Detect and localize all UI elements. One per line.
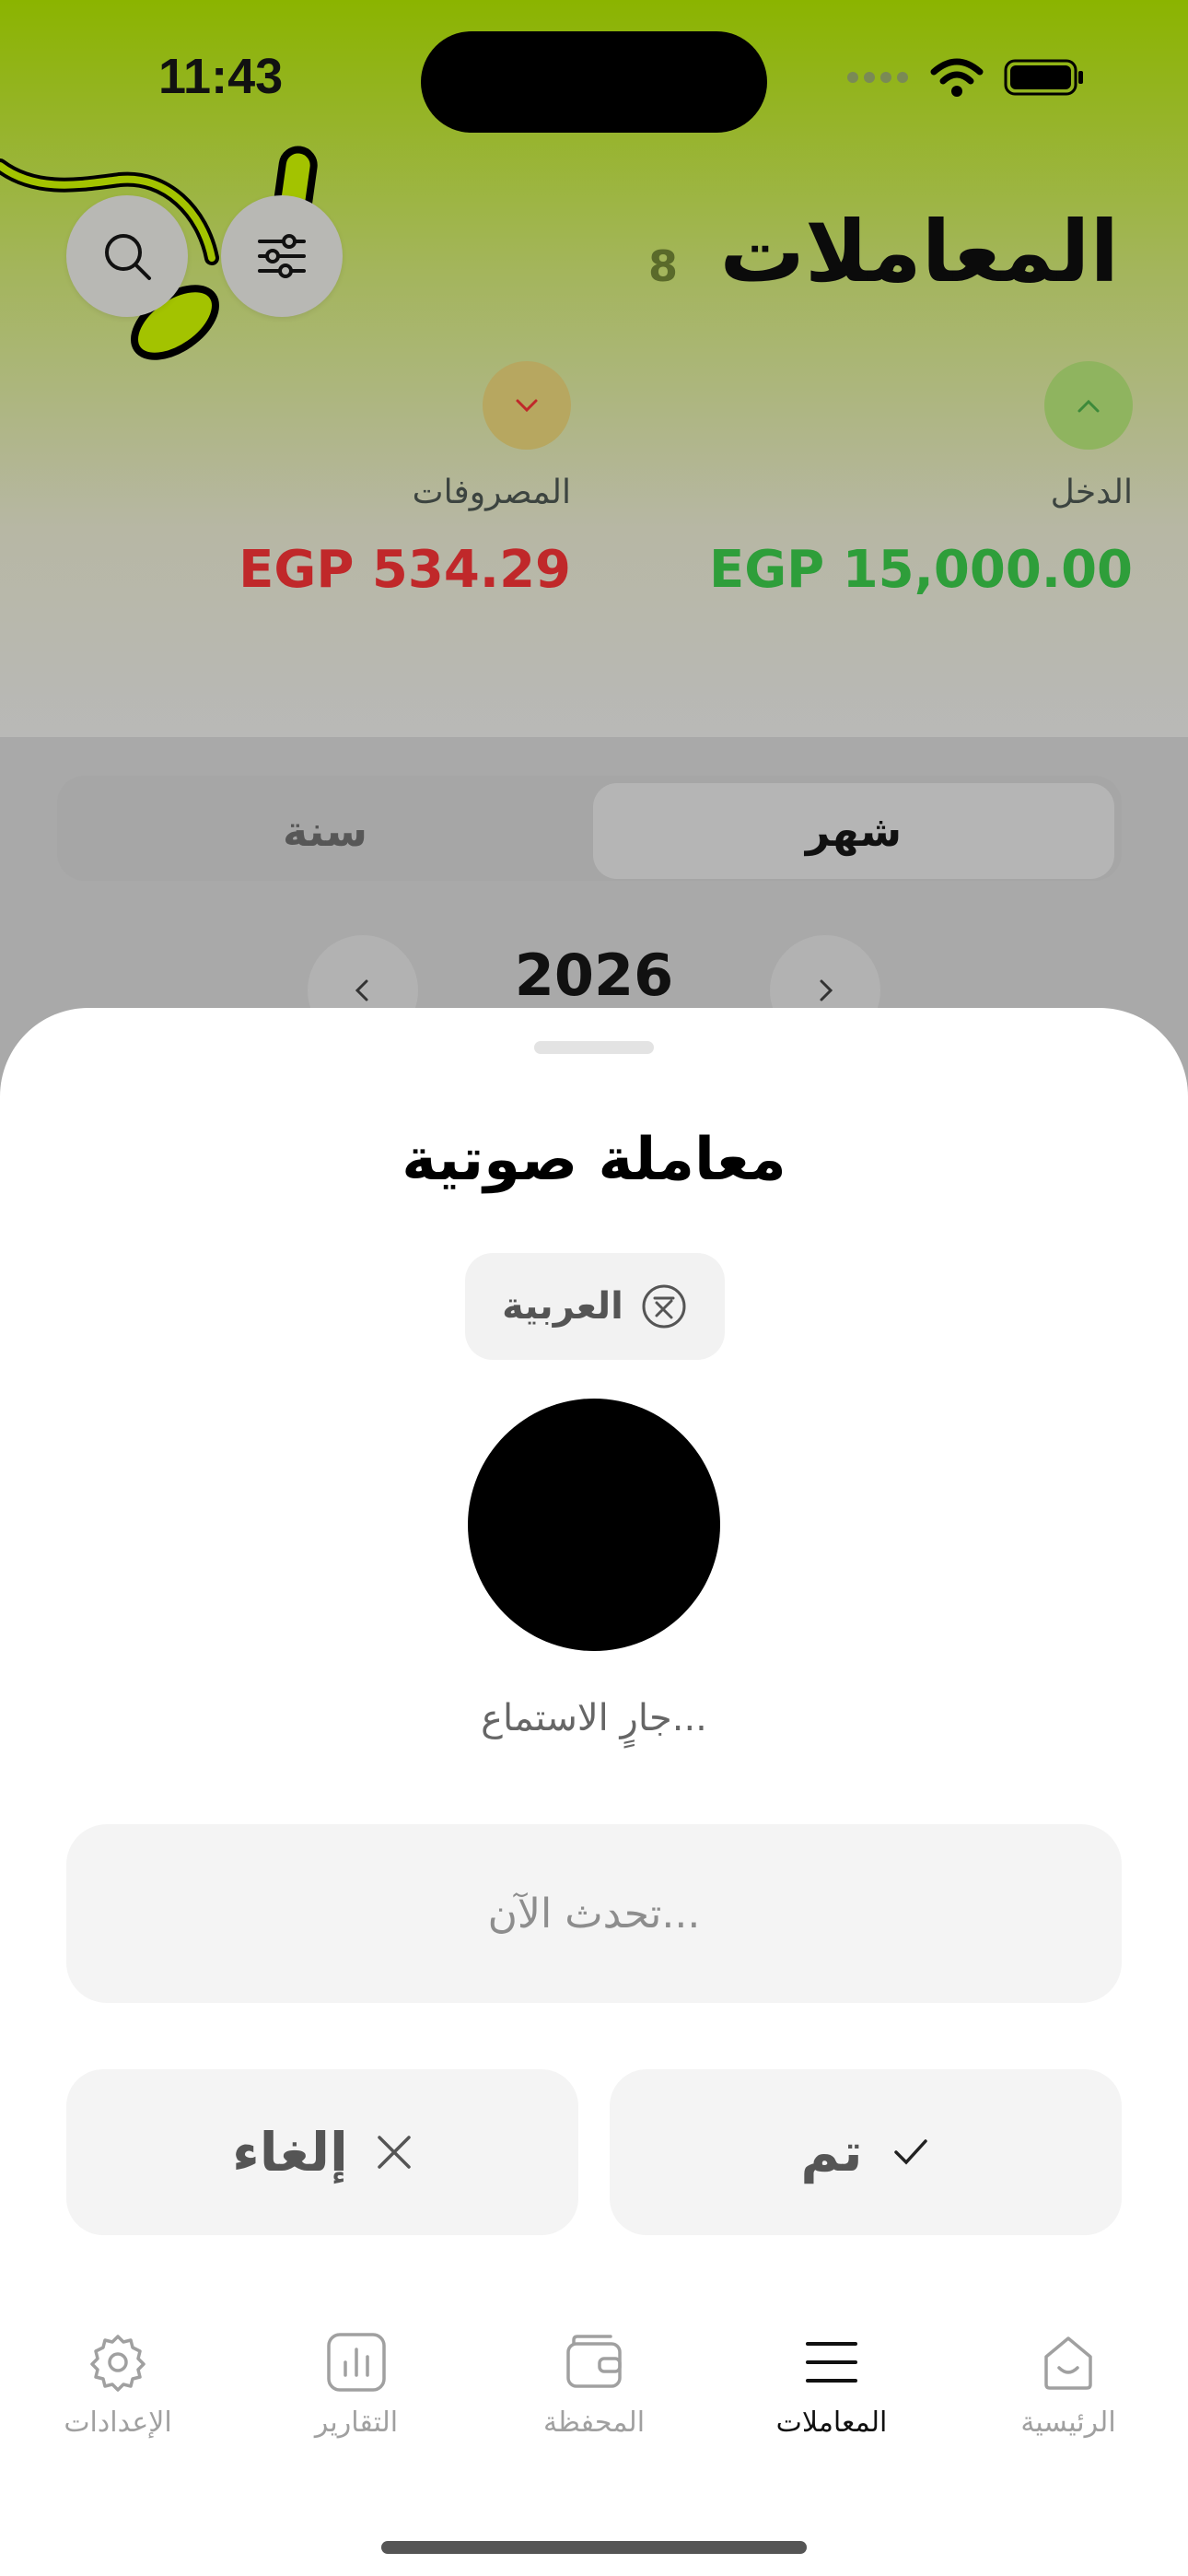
wallet-icon (566, 2335, 622, 2388)
tab-reports-label: التقارير (314, 2406, 399, 2439)
chart-icon (327, 2333, 386, 2392)
income-arrow-icon (1044, 361, 1133, 450)
tab-reports[interactable]: التقارير (255, 2331, 458, 2439)
record-button[interactable] (468, 1399, 720, 1651)
list-icon (806, 2342, 857, 2383)
status-indicators (845, 57, 1085, 98)
sheet-title: معاملة صوتية (402, 1126, 786, 1194)
income-amount: EGP 15,000.00 (708, 540, 1133, 600)
tab-bar: الرئيسية المعاملات المحفظة التقارير الإع… (0, 2331, 1188, 2497)
search-button[interactable] (66, 195, 188, 317)
done-button[interactable]: تم (610, 2069, 1122, 2235)
expense-arrow-icon (483, 361, 571, 450)
sheet-grabber[interactable] (534, 1041, 654, 1054)
sliders-icon (258, 234, 306, 278)
expenses-amount: EGP 534.29 (239, 540, 571, 600)
page-title: المعاملات (719, 203, 1120, 301)
home-icon (1044, 2336, 1092, 2390)
income-label: الدخل (1050, 474, 1133, 511)
language-label: العربية (502, 1285, 623, 1328)
transaction-count: 8 (648, 241, 679, 291)
gear-icon (90, 2335, 146, 2392)
done-label: تم (800, 2121, 863, 2184)
period-segmented-control: شهر سنة (57, 776, 1122, 881)
tab-month[interactable]: شهر (593, 783, 1114, 879)
cancel-label: إلغاء (232, 2121, 348, 2184)
status-time: 11:43 (158, 49, 284, 104)
close-icon (378, 2136, 411, 2169)
home-indicator (381, 2541, 807, 2554)
battery-icon (1004, 59, 1083, 96)
signal-icon (847, 72, 908, 83)
tab-home[interactable]: الرئيسية (967, 2331, 1170, 2439)
tab-transactions[interactable]: المعاملات (730, 2331, 933, 2439)
tab-wallet[interactable]: المحفظة (493, 2331, 695, 2439)
tab-settings-label: الإعدادات (64, 2406, 172, 2439)
app-screen: 11:43 المعاملات 8 الدخل EGP 15,000.00 ال… (0, 0, 1188, 2576)
cancel-button[interactable]: إلغاء (66, 2069, 578, 2235)
expenses-label: المصروفات (412, 474, 571, 511)
transcript-field[interactable]: تحدث الآن... (66, 1824, 1122, 2003)
tab-transactions-label: المعاملات (775, 2406, 888, 2439)
filter-button[interactable] (221, 195, 343, 317)
search-icon (105, 234, 151, 280)
tab-year[interactable]: سنة (64, 783, 586, 879)
year-label: 2026 (514, 942, 674, 1009)
checkmark-icon (893, 2139, 927, 2165)
translate-icon (642, 1284, 686, 1329)
wifi-icon (930, 58, 984, 97)
tab-home-label: الرئيسية (1020, 2406, 1116, 2439)
dynamic-island (421, 31, 767, 133)
language-selector[interactable]: العربية (465, 1253, 725, 1360)
tab-settings[interactable]: الإعدادات (17, 2331, 219, 2439)
listening-status: جارٍ الاستماع... (481, 1697, 707, 1739)
tab-wallet-label: المحفظة (542, 2406, 646, 2439)
